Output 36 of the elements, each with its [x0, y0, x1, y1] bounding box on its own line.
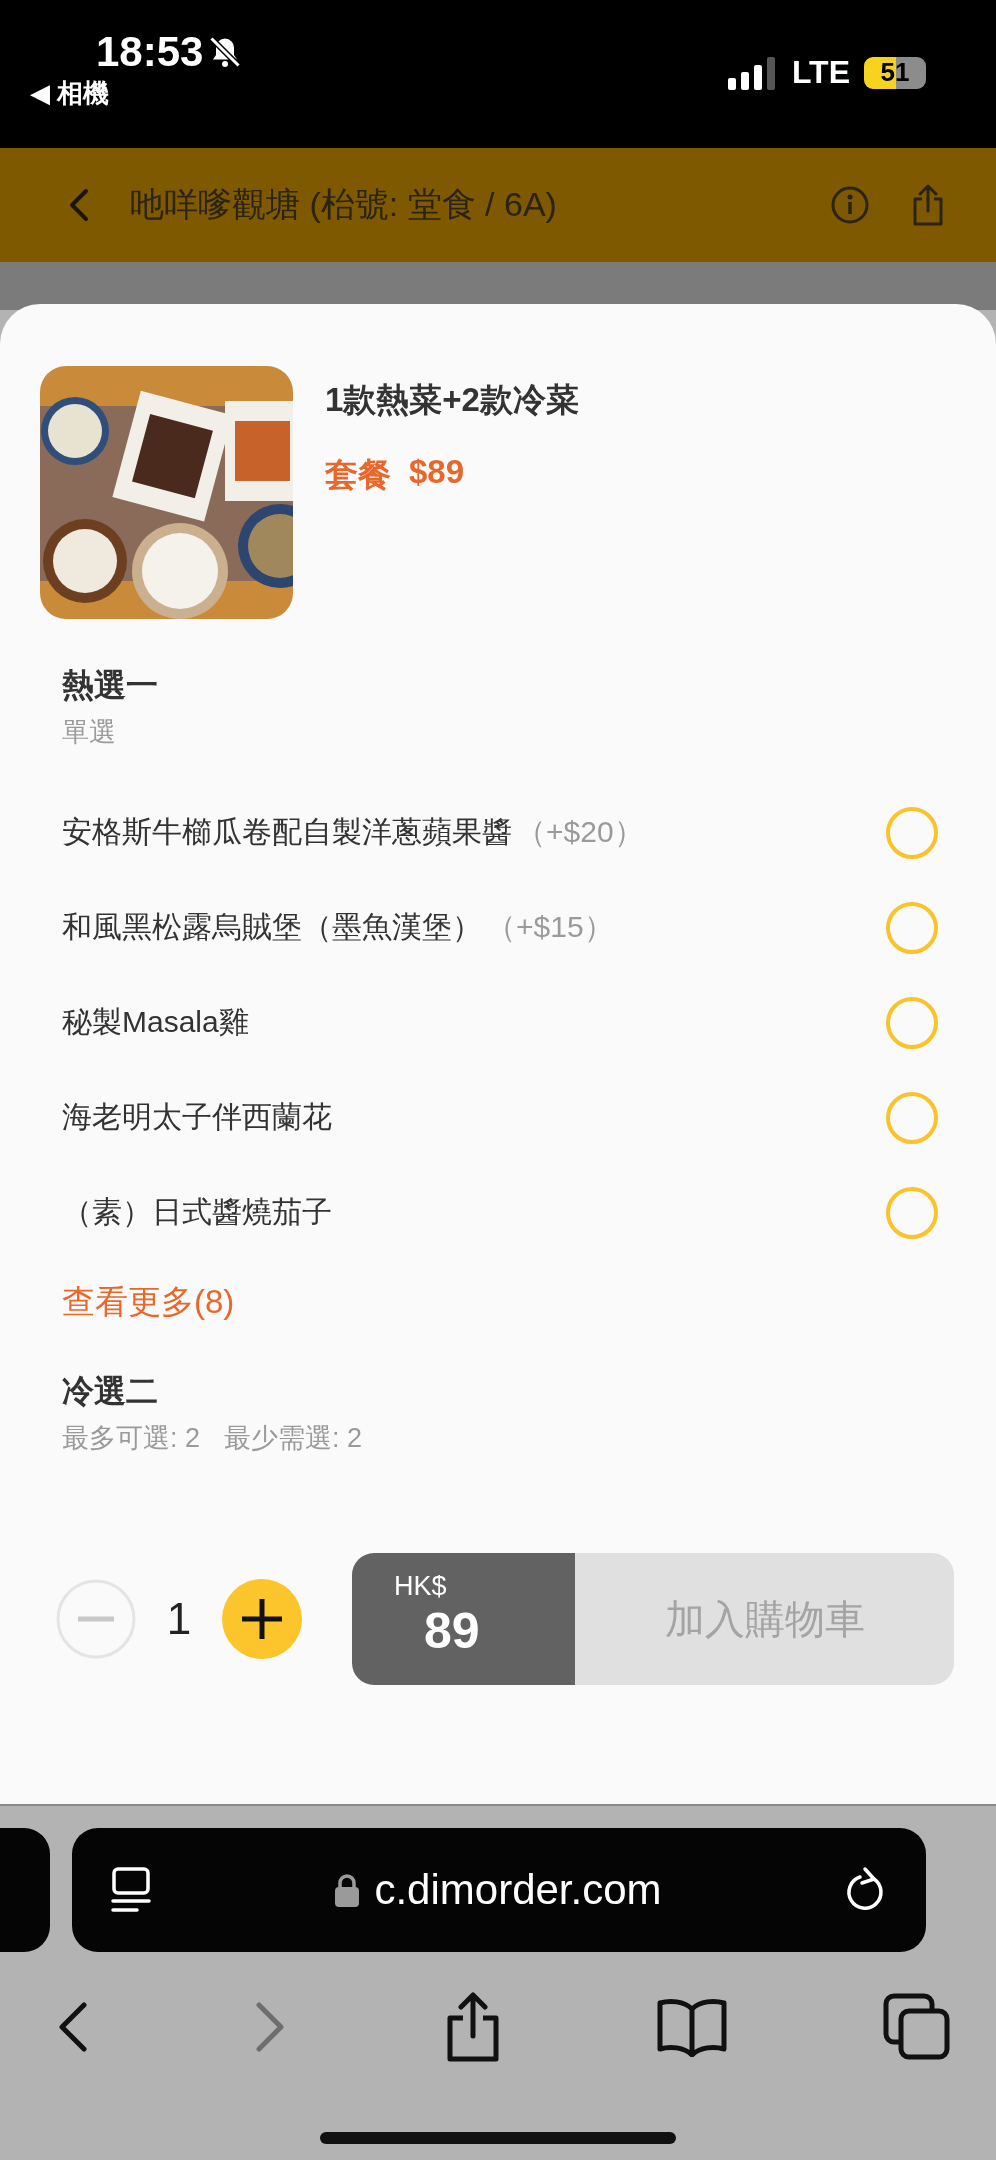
network-label: LTE: [791, 54, 850, 91]
selection-rule: 單選: [62, 716, 116, 749]
selection-rule: 最少需選: 2: [224, 1422, 363, 1455]
option-label[interactable]: （素）日式醬燒茄子: [62, 1192, 332, 1233]
lock-icon: [334, 1872, 361, 1908]
signal-icon: [727, 55, 778, 90]
option-label[interactable]: 和風黑松露烏賊堡（墨魚漢堡）（+$15）: [62, 907, 614, 948]
address-bar[interactable]: c.dimorder.com: [72, 1828, 926, 1952]
radio-button[interactable]: [886, 1091, 938, 1144]
reader-icon[interactable]: [110, 1865, 152, 1915]
clock-time: 18:53: [96, 28, 204, 76]
radio-button[interactable]: [886, 901, 938, 954]
selection-rule: 最多可選: 2: [62, 1422, 201, 1455]
currency-label: HK$: [394, 1571, 448, 1602]
total-price: 89: [423, 1602, 481, 1660]
battery-indicator: 51: [864, 56, 926, 89]
option-label[interactable]: 海老明太子伴西蘭花: [62, 1097, 332, 1138]
url-text: c.dimorder.com: [374, 1866, 662, 1914]
back-to-app-link[interactable]: ◀ 相機: [30, 76, 244, 110]
group-title: 熱選一: [62, 666, 159, 705]
radio-button[interactable]: [886, 1186, 938, 1239]
option-label[interactable]: 秘製Masala雞: [62, 1002, 249, 1043]
book-icon[interactable]: [655, 1997, 728, 2057]
item-price: $89: [409, 453, 465, 492]
option-label[interactable]: 安格斯牛櫛瓜卷配自製洋蔥蘋果醬（+$20）: [62, 812, 644, 853]
restaurant-title: 吔咩嗲觀塘 (枱號: 堂食 / 6A): [130, 184, 558, 225]
plus-button[interactable]: [222, 1579, 302, 1659]
tabs-icon[interactable]: [883, 1993, 951, 2061]
info-icon[interactable]: [830, 185, 870, 225]
price-label: 套餐: [325, 455, 391, 495]
radio-button[interactable]: [886, 996, 938, 1049]
radio-button[interactable]: [886, 806, 938, 859]
quantity-value: 1: [165, 1594, 193, 1644]
group-title: 冷選二: [62, 1372, 159, 1411]
tab-preview[interactable]: [0, 1828, 50, 1952]
item-name: 1款熱菜+2款冷菜: [325, 380, 579, 420]
